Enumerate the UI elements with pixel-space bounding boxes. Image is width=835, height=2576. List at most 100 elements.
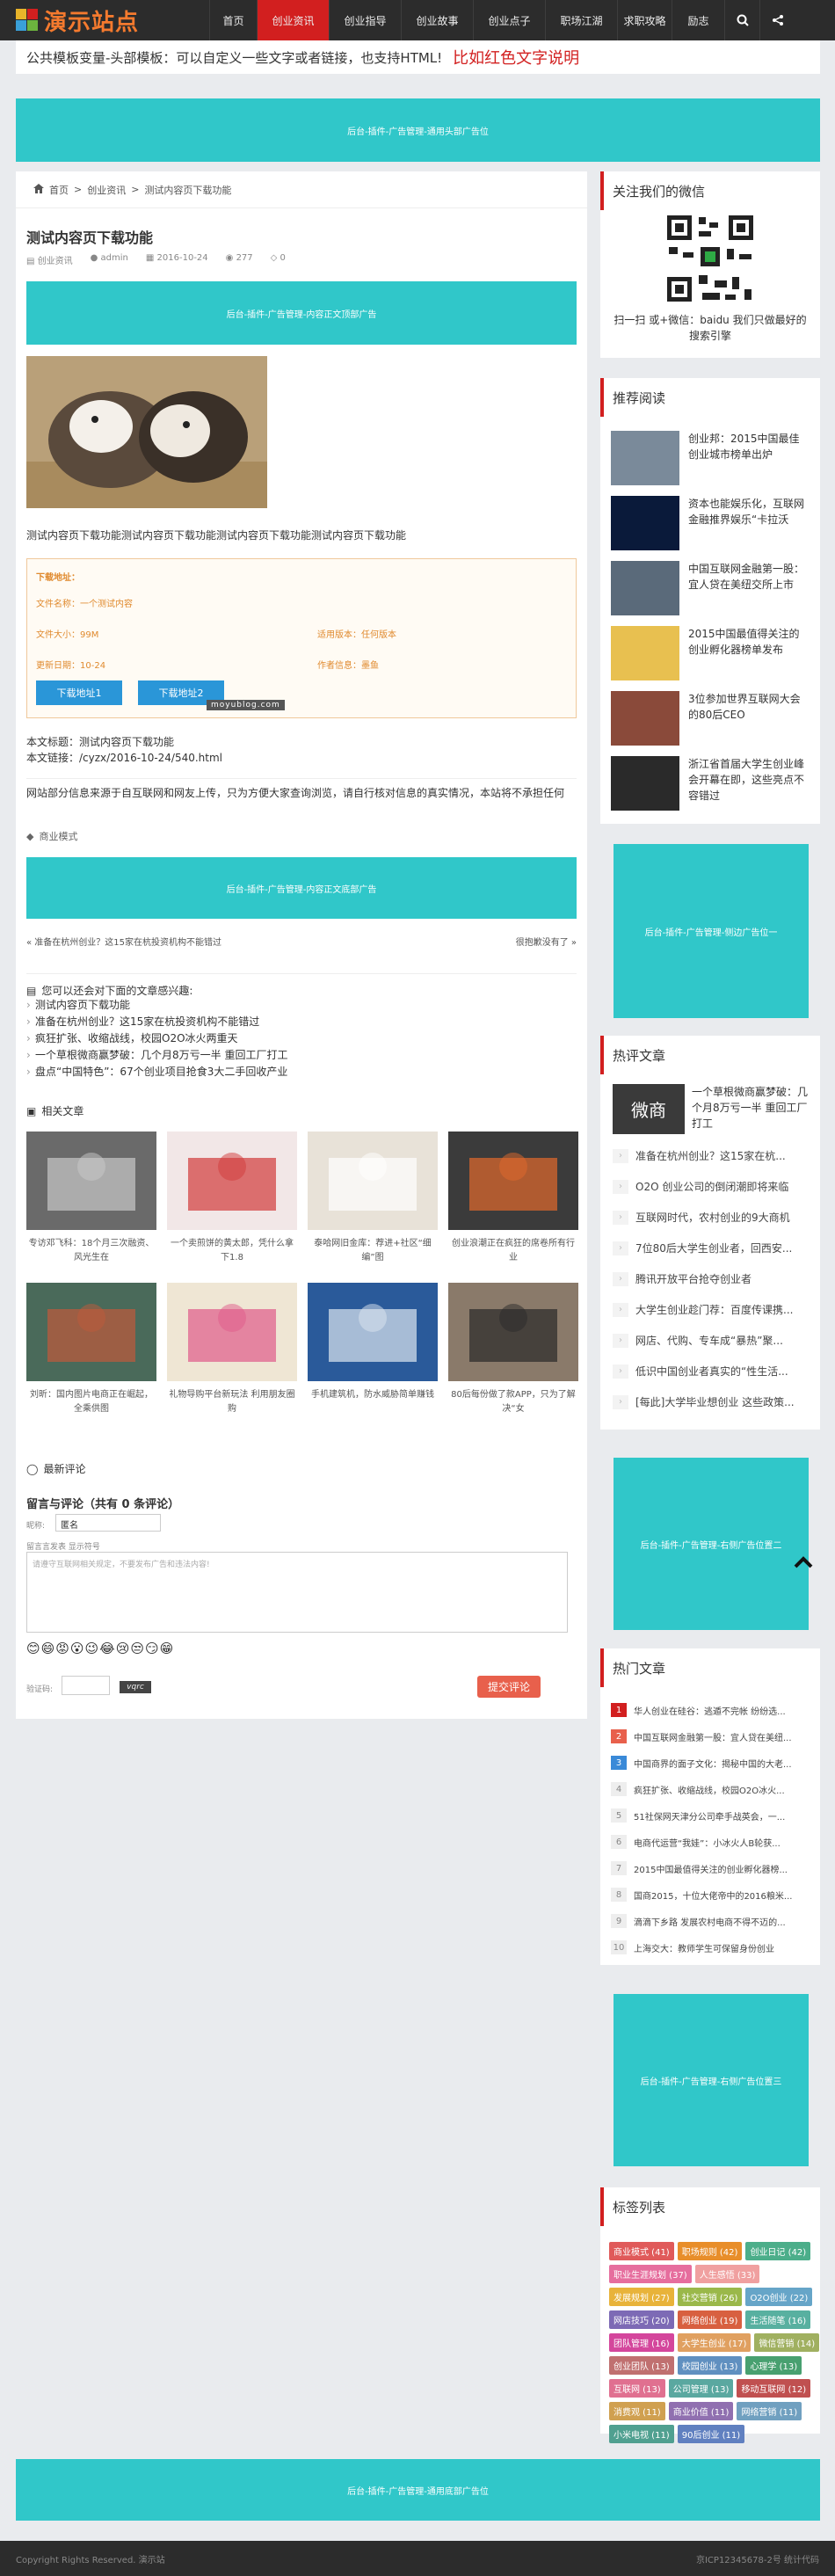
tag-chip[interactable]: 职业生涯规划 (37) [609,2265,692,2283]
tag-chip[interactable]: 校园创业 (13) [677,2356,743,2375]
tag-chip[interactable]: 创业日记 (42) [745,2242,811,2260]
related-thumbnail[interactable] [167,1132,297,1230]
recommend-title[interactable]: 2015中国最值得关注的创业孵化器榜单发布 [688,626,810,658]
interest-item[interactable]: 测试内容页下载功能 [35,996,130,1014]
submit-comment-button[interactable]: 提交评论 [477,1676,541,1698]
tag-chip[interactable]: 微信营销 (14) [754,2333,820,2352]
tag-chip[interactable]: 创业团队 (13) [609,2356,674,2375]
related-caption[interactable]: 手机建筑机，防水威胁简单赚钱 [308,1388,438,1402]
tag-chip[interactable]: 人生感悟 (33) [694,2265,760,2283]
search-icon[interactable] [724,0,759,40]
related-caption[interactable]: 泰哈网旧金库：荐进+社区“细编”图 [308,1237,438,1265]
recommend-thumbnail[interactable] [611,496,679,550]
nav-item-5[interactable]: 职场江湖 [545,0,617,40]
breadcrumb-home[interactable]: 首页 [49,183,69,197]
emoji-bar[interactable]: 😊😄😡😮😉😂😢😒😏😁 [26,1641,174,1656]
recommend-title[interactable]: 中国互联网金融第一股：宜人贷在美纽交所上市 [688,561,810,593]
right-ad-2[interactable]: 后台-插件-广告管理-右侧广告位置二 [614,1458,809,1630]
recommend-thumbnail[interactable] [611,756,679,811]
recommend-title[interactable]: 资本也能娱乐化，互联网金融推界娱乐“卡拉沃 [688,496,810,528]
recommend-title[interactable]: 创业邦：2015中国最佳创业城市榜单出炉 [688,431,810,462]
related-thumbnail[interactable] [26,1132,156,1230]
related-caption[interactable]: 专访邓飞科：18个月三次融资、风光生在 [26,1237,156,1265]
right-ad-3[interactable]: 后台-插件-广告管理-右侧广告位置三 [614,1994,809,2166]
hot-comment-item[interactable]: › [每此]大学毕业想创业 这些政策... [613,1394,808,1409]
tag-chip[interactable]: 消费观 (11) [609,2402,665,2420]
related-thumbnail[interactable] [448,1132,578,1230]
popular-item[interactable]: 4 疯狂扩张、收缩战线，校园O2O冰火... [611,1782,811,1796]
breadcrumb-category[interactable]: 创业资讯 [87,183,126,197]
popular-item[interactable]: 1 华人创业在硅谷：逃遁不完帐 纷纷选... [611,1703,811,1717]
tag-chip[interactable]: 商业模式 (41) [609,2242,674,2260]
related-thumbnail[interactable] [308,1132,438,1230]
footer-icp[interactable]: 京ICP12345678-2号 统计代码 [696,2552,819,2565]
interest-item[interactable]: 盘点“中国特色”：67个创业项目抢食3大二手回收产业 [35,1063,287,1081]
nav-item-2[interactable]: 创业指导 [329,0,401,40]
tag-chip[interactable]: 互联网 (13) [609,2379,665,2398]
tag-chip[interactable]: 大学生创业 (17) [677,2333,752,2352]
recommend-title[interactable]: 浙江省首届大学生创业峰会开幕在即，这些亮点不容错过 [688,756,810,804]
related-thumbnail[interactable] [26,1283,156,1381]
tag-chip[interactable]: 公司管理 (13) [668,2379,734,2398]
popular-item[interactable]: 3 中国商界的面子文化：揭秘中国的大老... [611,1756,811,1770]
recommend-thumbnail[interactable] [611,431,679,485]
interest-item[interactable]: 准备在杭州创业？这15家在杭投资机构不能错过 [35,1013,259,1030]
hot-comment-item[interactable]: › 大学生创业趁门荐：百度传课携... [613,1302,808,1317]
share-icon[interactable] [759,0,795,40]
comment-textarea[interactable]: 请遵守互联网相关规定，不要发布广告和违法内容! [26,1552,568,1633]
nav-item-1[interactable]: 创业资讯 [257,0,329,40]
popular-item[interactable]: 10 上海交大：教师学生可保留身份创业 [611,1940,811,1954]
hot-comment-item[interactable]: › 低识中国创业者真实的“性生活... [613,1364,808,1379]
related-caption[interactable]: 一个卖煎饼的黄太郎，凭什么拿下1.8 [167,1237,297,1265]
tag-chip[interactable]: 心理学 (13) [745,2356,802,2375]
related-thumbnail[interactable] [308,1283,438,1381]
captcha-image[interactable]: vqrc [120,1681,151,1693]
site-logo[interactable]: 演示站点 [16,5,139,36]
tag-chip[interactable]: 网店技巧 (20) [609,2310,674,2329]
nav-item-7[interactable]: 励志 [672,0,724,40]
meta-comments[interactable]: ◇ 0 [271,253,286,266]
nick-input[interactable]: 匿名 [55,1514,161,1532]
tag-chip[interactable]: 网络营销 (11) [737,2402,802,2420]
top-ad-banner[interactable]: 后台-插件-广告管理-通用头部广告位 [16,98,820,162]
tag-chip[interactable]: 社交营销 (26) [677,2288,743,2306]
next-article-link[interactable]: 很抱歉没有了 » [516,935,577,948]
hot-top-title[interactable]: 一个草根微商赢梦破：几个月8万亏一半 重回工厂打工 [692,1084,808,1132]
tag-chip[interactable]: 网络创业 (19) [677,2310,743,2329]
hot-comment-item[interactable]: › O2O 创业公司的倒闭潮即将来临 [613,1179,808,1194]
content-bottom-ad[interactable]: 后台-插件-广告管理-内容正文底部广告 [26,857,577,919]
popular-item[interactable]: 6 电商代运营“我娃”：小冰火人B轮获... [611,1835,811,1849]
related-thumbnail[interactable] [167,1283,297,1381]
recommend-thumbnail[interactable] [611,691,679,746]
popular-item[interactable]: 8 国商2015，十位大佬帝中的2016粮米... [611,1888,811,1902]
prev-article-link[interactable]: « 准备在杭州创业？这15家在杭投资机构不能错过 [26,935,221,948]
back-to-top-icon[interactable] [793,1554,814,1570]
nav-item-4[interactable]: 创业点子 [473,0,545,40]
tag-chip[interactable]: 团队管理 (16) [609,2333,674,2352]
interest-item[interactable]: 疯狂扩张、收缩战线，校园O2O冰火两重天 [35,1030,238,1047]
nav-item-6[interactable]: 求职攻略 [617,0,672,40]
tag-chip[interactable]: 发展规划 (27) [609,2288,674,2306]
nav-item-3[interactable]: 创业故事 [401,0,473,40]
related-caption[interactable]: 礼物导购平台新玩法 利用朋友圈购 [167,1388,297,1416]
popular-item[interactable]: 5 51社保网天津分公司牵手战英会，一... [611,1808,811,1823]
hot-comment-item[interactable]: › 腾讯开放平台抢夺创业者 [613,1271,808,1286]
recommend-title[interactable]: 3位参加世界互联网大会的80后CEO [688,691,810,723]
right-ad-1[interactable]: 后台-插件-广告管理-侧边广告位一 [614,844,809,1018]
hot-top-image[interactable]: 微商 [613,1084,685,1134]
meta-category[interactable]: ▤ 创业资讯 [26,253,73,266]
tag-chip[interactable]: 小米电视 (11) [609,2425,674,2443]
tag-chip[interactable]: 职场规则 (42) [677,2242,743,2260]
content-top-ad[interactable]: 后台-插件-广告管理-内容正文顶部广告 [26,281,577,345]
tag-chip[interactable]: 商业价值 (11) [668,2402,734,2420]
hot-comment-item[interactable]: › 互联网时代，农村创业的9大商机 [613,1210,808,1225]
tag-chip[interactable]: O2O创业 (22) [745,2288,813,2306]
tag-chip[interactable]: 移动互联网 (12) [737,2379,811,2398]
article-tag[interactable]: 商业模式 [39,829,77,843]
related-caption[interactable]: 创业浪潮正在疯狂的席卷所有行业 [448,1237,578,1265]
notice-red-text[interactable]: 比如红色文字说明 [453,46,579,69]
popular-item[interactable]: 2 中国互联网金融第一股：宜人贷在美纽... [611,1729,811,1743]
related-thumbnail[interactable] [448,1283,578,1381]
interest-item[interactable]: 一个草根微商赢梦破：几个月8万亏一半 重回工厂打工 [35,1046,287,1064]
source-link[interactable]: 本文链接：/cyzx/2016-10-24/540.html [26,750,222,766]
